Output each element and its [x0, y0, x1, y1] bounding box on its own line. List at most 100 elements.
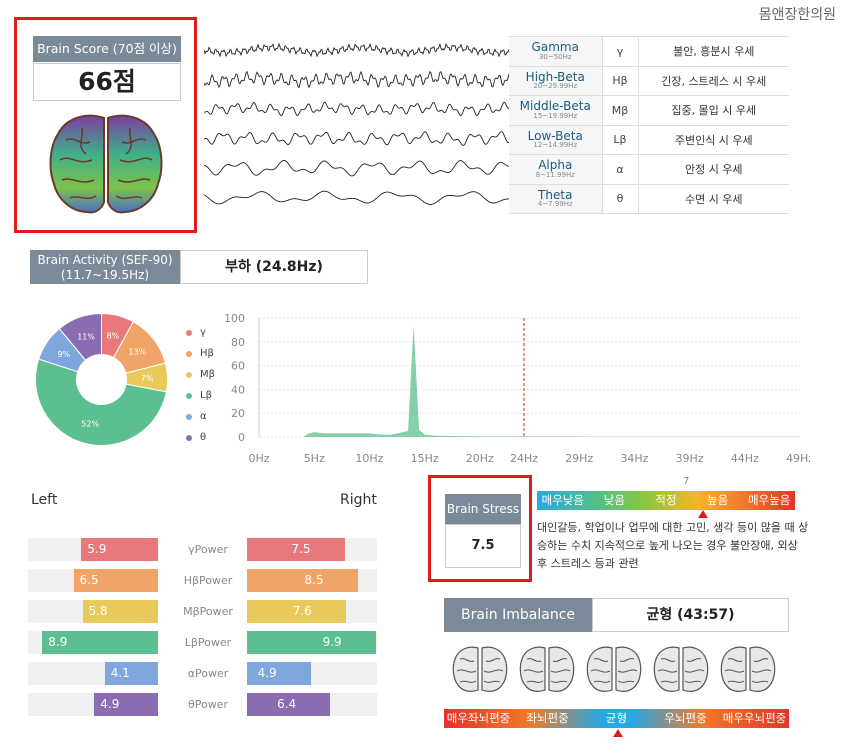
brain-icon: [49, 114, 163, 214]
left-bar: 5.8: [82, 600, 158, 623]
wave-row: Alpha 8~11.99Hz α 안정 시 우세: [509, 154, 789, 185]
y-tick-label: 80: [231, 336, 245, 349]
power-row: 5.8 MβPower 7.6: [0, 600, 420, 623]
wave-trace: [204, 101, 509, 117]
y-tick-label: 20: [231, 407, 245, 420]
x-tick-label: 0Hz: [248, 452, 269, 465]
legend-swatch: [186, 434, 192, 441]
wave-symbol: γ: [602, 36, 639, 67]
brain-stress-title: Brain Stress: [445, 494, 521, 524]
brain-score-title: Brain Score (70점 이상): [33, 36, 181, 62]
y-tick-label: 0: [238, 431, 245, 444]
legend-item: Hβ: [186, 343, 215, 364]
wave-row: Gamma 30~50Hz γ 불안, 흥분시 우세: [509, 36, 789, 67]
stress-level-2: 낮음: [603, 493, 625, 507]
left-bar: 4.9: [94, 693, 158, 716]
right-bar: 6.4: [247, 693, 331, 716]
wave-description: 긴장, 스트레스 시 우세: [638, 65, 789, 96]
legend-item: θ: [186, 427, 215, 448]
donut-slice-label: 13%: [129, 348, 147, 357]
wave-row: Theta 4~7.99Hz θ 수면 시 우세: [509, 183, 789, 214]
legend-swatch: [186, 350, 192, 357]
x-tick-label: 29Hz: [565, 452, 593, 465]
legend-label: θ: [200, 432, 207, 443]
wave-name: Middle-Beta: [519, 99, 591, 114]
right-bar: 7.5: [247, 538, 345, 561]
imbalance-level-2: 좌뇌편중: [526, 711, 569, 725]
power-label: θPower: [188, 698, 228, 711]
wave-name: Alpha: [538, 158, 573, 173]
brain-activity-title-line1: Brain Activity (SEF-90): [37, 253, 173, 267]
wave-range: 8~11.99Hz: [535, 170, 575, 179]
wave-trace: [204, 190, 509, 205]
legend-item: Lβ: [186, 385, 215, 406]
legend-swatch: [186, 371, 192, 378]
imbalance-brain-icon: [653, 646, 709, 692]
x-tick-label: 5Hz: [304, 452, 325, 465]
x-tick-label: 49Hz: [786, 452, 810, 465]
wave-trace: [204, 159, 509, 177]
stress-level-5: 매우높음: [748, 493, 791, 507]
y-tick-label: 60: [231, 360, 245, 373]
wave-trace: [204, 42, 509, 58]
clinic-name: 몸앤장한의원: [758, 7, 836, 23]
wave-symbol: Lβ: [602, 124, 639, 155]
legend-label: Mβ: [200, 369, 216, 380]
wave-description: 수면 시 우세: [638, 183, 789, 214]
wave-name-cell: High-Beta 20~29.99Hz: [509, 65, 603, 96]
stress-scale: 매우낮음 낮음 적정 높음 매우높음: [537, 491, 795, 510]
imbalance-level-3: 균형: [605, 711, 628, 725]
wave-row: High-Beta 20~29.99Hz Hβ 긴장, 스트레스 시 우세: [509, 65, 789, 96]
brain-activity-title-line2: (11.7~19.5Hz): [60, 268, 150, 282]
donut-slice-label: 7%: [141, 374, 154, 383]
wave-name: Gamma: [531, 40, 579, 55]
x-tick-label: 39Hz: [676, 452, 704, 465]
wave-range: 4~7.99Hz: [537, 200, 573, 209]
wave-row: Middle-Beta 15~19.99Hz Mβ 집중, 몰입 시 우세: [509, 95, 789, 126]
right-bar: 8.5: [247, 569, 358, 592]
imbalance-marker-triangle: [613, 729, 623, 737]
power-row: 6.5 HβPower 8.5: [0, 569, 420, 592]
left-bar: 4.1: [104, 662, 158, 685]
legend-item: α: [186, 406, 215, 427]
wave-description: 불안, 흥분시 우세: [638, 36, 789, 67]
legend-swatch: [186, 329, 192, 336]
legend-item: γ: [186, 322, 215, 343]
legend-label: Lβ: [200, 390, 212, 401]
wave-name-cell: Low-Beta 12~14.99Hz: [509, 124, 603, 155]
brain-stress-panel: Brain Stress 7.5: [428, 475, 532, 582]
power-row: 4.1 αPower 4.9: [0, 662, 420, 685]
wave-range: 20~29.99Hz: [533, 82, 578, 91]
wave-name-cell: Theta 4~7.99Hz: [509, 183, 603, 214]
legend-label: α: [200, 411, 207, 422]
band-legend: γ Hβ Mβ Lβ α θ: [186, 322, 215, 448]
imbalance-brain-icon: [452, 646, 508, 692]
imbalance-level-5: 매우우뇌편중: [722, 711, 787, 725]
wave-range: 30~50Hz: [538, 52, 572, 61]
wave-name-cell: Alpha 8~11.99Hz: [509, 154, 603, 185]
y-tick-label: 100: [224, 312, 245, 325]
wave-table: Gamma 30~50Hz γ 불안, 흥분시 우세 High-Beta 20~29.99…: [509, 36, 789, 214]
power-label: HβPower: [183, 574, 233, 587]
x-tick-label: 44Hz: [731, 452, 759, 465]
donut-slice-label: 11%: [77, 333, 95, 342]
x-tick-label: 34Hz: [620, 452, 648, 465]
left-label: Left: [31, 492, 58, 508]
imbalance-level-4: 우뇌편중: [664, 711, 707, 725]
power-label: γPower: [188, 543, 228, 556]
brain-score-panel: Brain Score (70점 이상) 66점: [14, 17, 197, 233]
power-row: 8.9 LβPower 9.9: [0, 631, 420, 654]
stress-level-3: 적정: [655, 493, 677, 507]
imbalance-scale: 매우좌뇌편중 좌뇌편중 균형 우뇌편중 매우우뇌편중: [444, 709, 789, 728]
spectrum-chart: 0 20 40 60 80 100 0Hz 5Hz 10Hz 15Hz 20Hz 24Hz 29Hz 34…: [224, 312, 810, 465]
donut-slice-label: 9%: [58, 350, 71, 359]
brain-activity-title: Brain Activity (SEF-90) (11.7~19.5Hz): [30, 250, 180, 284]
wave-range: 15~19.99Hz: [533, 111, 578, 120]
power-label: MβPower: [183, 605, 233, 618]
left-bar: 8.9: [42, 631, 158, 654]
imbalance-brain-icons: [452, 646, 776, 692]
eeg-waveforms: [204, 42, 509, 205]
x-tick-label: 15Hz: [411, 452, 439, 465]
donut-slice-label: 8%: [106, 331, 119, 340]
wave-symbol: α: [602, 154, 639, 185]
